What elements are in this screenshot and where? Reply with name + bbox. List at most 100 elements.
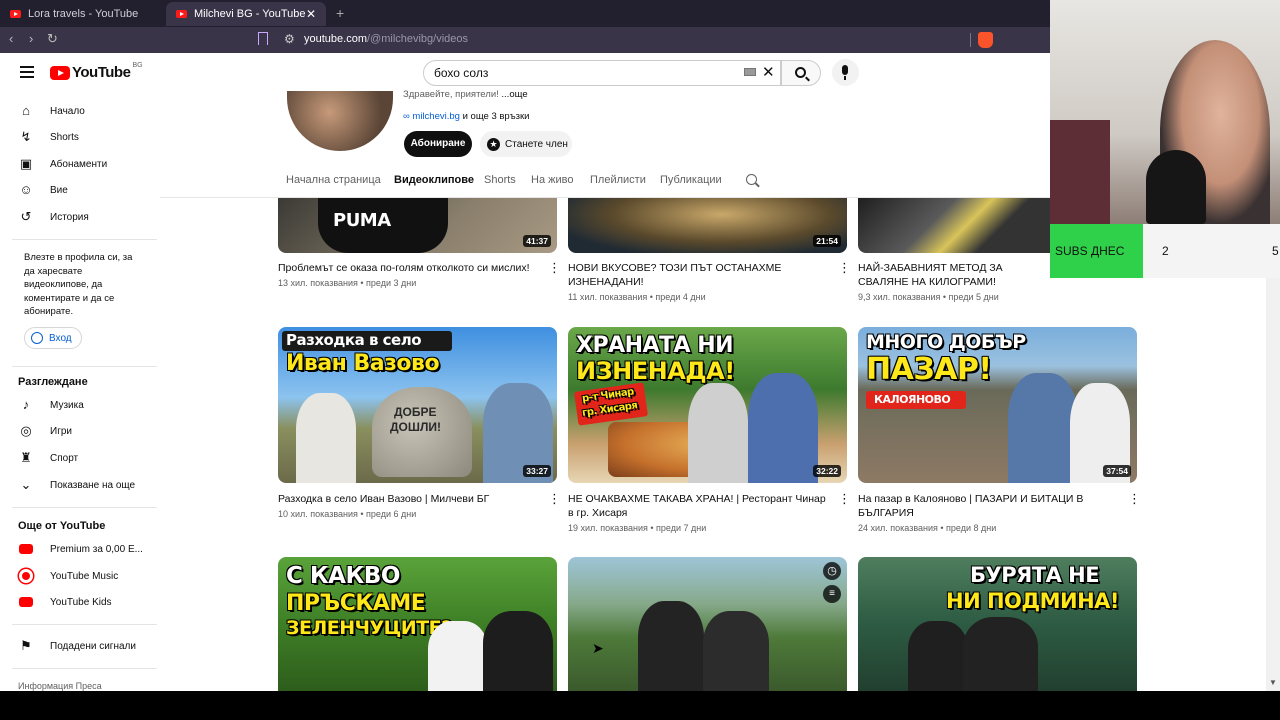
sidebar-item-label: Premium за 0,00 Е... [50,543,143,555]
video-thumbnail[interactable]: С КАКВО ПРЪСКАМЕ ЗЕЛЕНЧУЦИТЕ? [278,557,557,691]
youtube-header: YouTube BG бохо солз ✕ [0,53,1050,91]
sidebar-item-you[interactable]: ☺ Вие [18,179,67,201]
menu-icon[interactable] [20,66,34,78]
video-menu-icon[interactable]: ⋮ [548,492,561,505]
sidebar-item-gaming[interactable]: ◎ Игри [18,420,72,442]
sidebar-item-label: Музика [50,399,84,411]
channel-avatar[interactable] [287,91,393,151]
site-settings-icon[interactable]: ⚙ [284,32,295,46]
video-title[interactable]: На пазар в Калояново | ПАЗАРИ И БИТАЦИ В… [858,492,1120,520]
tab-posts[interactable]: Публикации [660,174,722,186]
signin-button[interactable]: Вход [24,327,82,349]
video-meta: 11 хил. показвания • преди 4 дни [568,292,706,302]
sidebar-item-youtube-kids[interactable]: YouTube Kids [18,591,112,613]
sidebar-item-youtube-music[interactable]: YouTube Music [18,565,118,587]
thumbnail-person [483,611,553,691]
video-thumbnail[interactable]: Разходка в село Иван Вазово ДОБРЕ ДОШЛИ!… [278,327,557,483]
video-menu-icon[interactable]: ⋮ [548,261,561,274]
add-to-queue-icon[interactable]: ≡ [823,585,841,603]
search-input[interactable]: бохо солз [423,60,781,86]
video-thumbnail[interactable] [858,198,1050,253]
video-title[interactable]: НАЙ-ЗАБАВНИЯТ МЕТОД ЗА СВАЛЯНЕ НА КИЛОГР… [858,261,1048,289]
channel-link[interactable]: milchevi.bg [412,111,460,122]
trophy-icon: ♜ [20,450,32,465]
scroll-down-icon[interactable]: ▼ [1269,678,1277,687]
tab-videos[interactable]: Видеоклипове [394,174,474,186]
watch-later-icon[interactable]: ◷ [823,562,841,580]
video-menu-icon[interactable]: ⋮ [1128,492,1141,505]
sidebar-divider [12,624,157,625]
video-duration: 41:37 [523,235,551,247]
sidebar-item-label: YouTube Music [50,570,119,582]
more-links[interactable]: и още 3 връзки [460,111,530,122]
sidebar-item-label: Начало [50,105,85,117]
video-thumbnail[interactable]: PUMA 41:37 [278,198,557,253]
sidebar-item-label: YouTube Kids [50,596,112,608]
video-thumbnail[interactable]: МНОГО ДОБЪР ПАЗАР! КАЛОЯНОВО 37:54 [858,327,1137,483]
video-menu-icon[interactable]: ⋮ [838,261,851,274]
video-title[interactable]: Разходка в село Иван Вазово | Милчеви БГ [278,492,540,506]
video-thumbnail-hovered[interactable]: ◷ ≡ [568,557,847,691]
thumbnail-badge-text: КАЛОЯНОВО [874,393,951,406]
channel-greeting: Здравейте, приятели! [403,89,502,100]
bookmark-icon[interactable] [258,32,268,45]
keyboard-icon[interactable] [744,68,756,76]
video-title[interactable]: Проблемът се оказа по-голям отколкото си… [278,261,540,275]
url-field[interactable]: youtube.com/@milchevibg/videos [304,33,468,45]
sidebar-item-sports[interactable]: ♜ Спорт [18,447,78,469]
new-tab-icon[interactable]: + [336,5,344,21]
toolbar-divider [970,33,971,47]
sidebar-item-shorts[interactable]: ↯ Shorts [18,126,79,148]
video-meta: 19 хил. показвания • преди 7 дни [568,523,707,533]
sidebar-item-label: Спорт [50,452,79,464]
brave-shield-icon[interactable] [978,32,993,48]
subscribe-button[interactable]: Абониране [404,131,472,157]
sidebar-item-label: Shorts [50,131,79,143]
sidebar-item-reports[interactable]: ⚑ Подадени сигнали [18,635,136,657]
channel-search-icon[interactable] [746,174,757,185]
more-from-youtube-heading: Още от YouTube [18,520,106,532]
video-title[interactable]: НОВИ ВКУСОВЕ? ТОЗИ ПЪТ ОСТАНАХМЕ ИЗНЕНАД… [568,261,830,289]
browser-tab-lora[interactable]: Lora travels - YouTube [0,2,166,26]
tab-home[interactable]: Начална страница [286,174,381,186]
browser-tab-title: Lora travels - YouTube [28,8,139,20]
bottom-letterbox [0,691,1280,720]
video-duration: 37:54 [1103,465,1131,477]
tab-live[interactable]: На живо [531,174,573,186]
channel-links: ∞ milchevi.bg и още 3 връзки [403,111,529,122]
browser-tab-milchevi[interactable]: Milchevi BG - YouTube ✕ [166,2,326,26]
tab-playlists[interactable]: Плейлисти [590,174,646,186]
tab-shorts[interactable]: Shorts [484,174,516,186]
search-button[interactable] [781,60,821,86]
url-host: youtube.com [304,33,367,45]
video-menu-icon[interactable]: ⋮ [838,492,851,505]
forward-icon[interactable]: › [29,31,33,46]
sidebar-item-label: Абонаменти [50,158,108,170]
youtube-logo[interactable]: YouTube BG [50,62,143,81]
voice-search-button[interactable] [832,59,859,86]
video-thumbnail[interactable]: БУРЯТА НЕ НИ ПОДМИНА! [858,557,1137,691]
video-title[interactable]: НЕ ОЧАКВАХМЕ ТАКАВА ХРАНА! | Ресторант Ч… [568,492,830,520]
back-icon[interactable]: ‹ [9,31,13,46]
home-icon: ⌂ [22,103,30,118]
sidebar-footer-links[interactable]: Информация Преса [18,681,102,691]
more-link[interactable]: ...още [501,89,527,100]
video-thumbnail[interactable]: 21:54 [568,198,847,253]
join-button[interactable]: ★ Станете член [480,131,572,157]
link-icon: ∞ [403,111,413,122]
sidebar-item-show-more[interactable]: ⌄ Показване на още [18,474,136,496]
thumbnail-text: Разходка в село [286,331,422,349]
clear-search-icon[interactable]: ✕ [762,63,775,81]
sidebar-item-music[interactable]: ♪ Музика [18,394,84,416]
sidebar-item-premium[interactable]: Premium за 0,00 Е... [18,538,143,560]
video-duration: 21:54 [813,235,841,247]
sidebar-item-label: История [50,211,89,223]
sidebar-item-subscriptions[interactable]: ▣ Абонаменти [18,153,107,175]
reload-icon[interactable]: ↻ [47,31,58,47]
join-label: Станете член [505,138,568,150]
close-tab-icon[interactable]: ✕ [306,7,316,21]
sidebar-item-home[interactable]: ⌂ Начало [18,100,85,122]
video-thumbnail[interactable]: ХРАНАТА НИ ИЗНЕНАДА! р-т Чинар гр. Хисар… [568,327,847,483]
thumbnail-text: ПАЗАР! [866,352,992,387]
sidebar-item-history[interactable]: ↺ История [18,206,89,228]
